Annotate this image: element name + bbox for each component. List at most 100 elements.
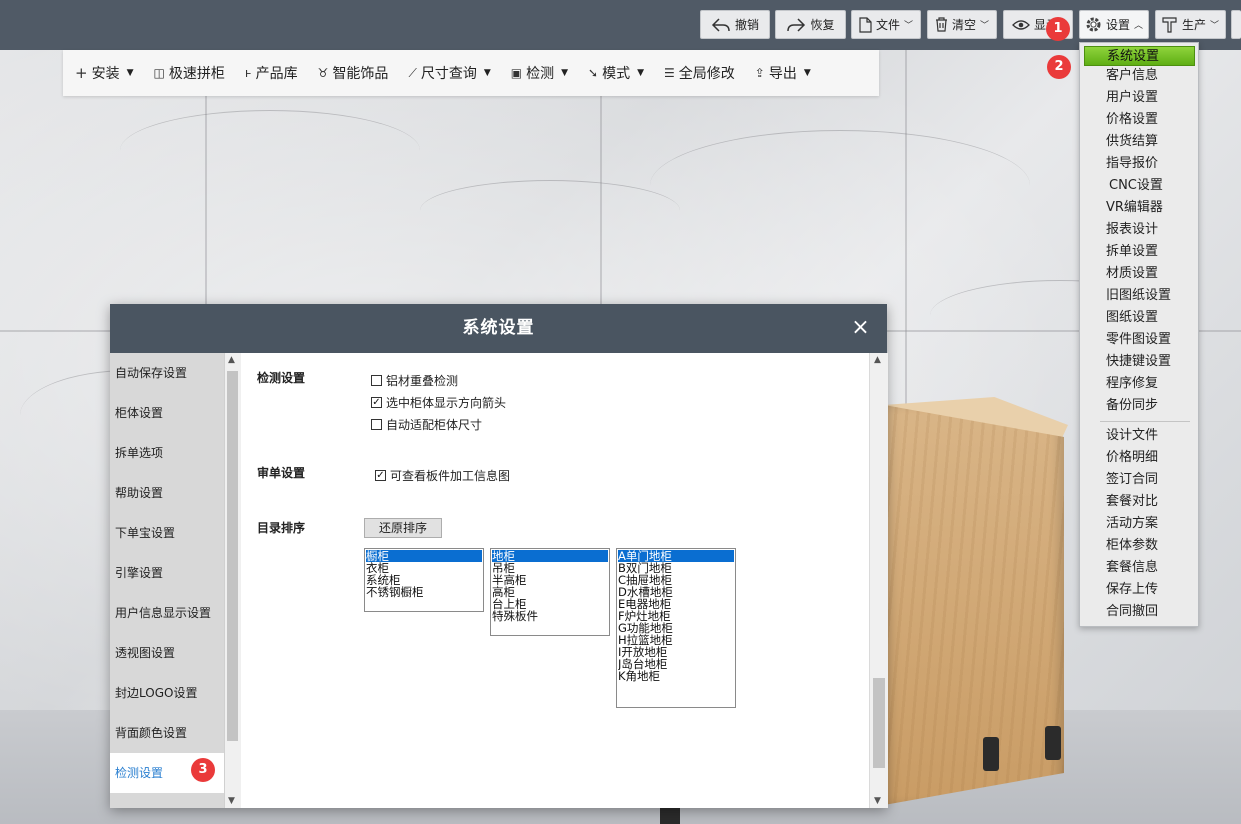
nav-item-perspective[interactable]: 透视图设置 bbox=[110, 633, 224, 673]
list-item[interactable]: B双门地柜 bbox=[618, 562, 734, 574]
menu-item-cnc-settings[interactable]: CNC设置 bbox=[1084, 176, 1195, 196]
menu-item-system-settings[interactable]: 系统设置 bbox=[1084, 46, 1195, 66]
menu-item-sign-contract[interactable]: 签订合同 bbox=[1084, 470, 1195, 490]
list-item[interactable]: 系统柜 bbox=[366, 574, 482, 586]
scroll-up-icon[interactable]: ▲ bbox=[874, 355, 881, 365]
checkbox-box[interactable]: ✓ bbox=[375, 470, 386, 481]
content-scrollbar[interactable]: ▲ ▼ bbox=[869, 353, 888, 808]
fast-cabinet-tool[interactable]: ◫ 极速拼柜 bbox=[144, 50, 235, 96]
menu-item-price-detail[interactable]: 价格明细 bbox=[1084, 448, 1195, 468]
close-icon[interactable]: × bbox=[849, 316, 873, 340]
menu-item-program-repair[interactable]: 程序修复 bbox=[1084, 374, 1195, 394]
nav-item-split-options[interactable]: 拆单选项 bbox=[110, 433, 224, 473]
menu-item-guide-quote[interactable]: 指导报价 bbox=[1084, 154, 1195, 174]
checkbox-view-processing-info[interactable]: ✓ 可查看板件加工信息图 bbox=[375, 467, 510, 484]
cabinet-leg bbox=[1045, 726, 1061, 760]
global-modify-tool[interactable]: ☰ 全局修改 bbox=[654, 50, 745, 96]
menu-item-part-drawing-settings[interactable]: 零件图设置 bbox=[1084, 330, 1195, 350]
export-tool[interactable]: ⇪ 导出 ▼ bbox=[745, 50, 821, 96]
menu-item-price-settings[interactable]: 价格设置 bbox=[1084, 110, 1195, 130]
global-modify-label: 全局修改 bbox=[678, 66, 735, 82]
list-item[interactable]: K角地柜 bbox=[618, 670, 734, 682]
file-label: 文件 bbox=[875, 18, 900, 32]
list-item[interactable]: 地柜 bbox=[492, 550, 608, 562]
settings-menu-button[interactable]: 设置 ︿ bbox=[1079, 10, 1149, 39]
checkbox-profile-overlap[interactable]: 铝材重叠检测 bbox=[371, 372, 458, 389]
nav-item-back-color[interactable]: 背面颜色设置 bbox=[110, 713, 224, 753]
mode-tool[interactable]: ➘ 模式 ▼ bbox=[578, 50, 654, 96]
menu-item-vr-editor[interactable]: VR编辑器 bbox=[1084, 198, 1195, 218]
file-menu-button[interactable]: 文件 ﹀ bbox=[851, 10, 921, 39]
menu-item-promotion[interactable]: 活动方案 bbox=[1084, 514, 1195, 534]
list-item[interactable]: 不锈钢橱柜 bbox=[366, 586, 482, 598]
cabinet-3d-model[interactable] bbox=[884, 405, 1064, 805]
catalog-list-subcategory[interactable]: 地柜 吊柜 半高柜 高柜 台上柜 特殊板件 bbox=[490, 548, 610, 636]
list-item[interactable]: C抽屉地柜 bbox=[618, 574, 734, 586]
catalog-list-category[interactable]: 橱柜 衣柜 系统柜 不锈钢橱柜 bbox=[364, 548, 484, 612]
menu-item-old-drawing-settings[interactable]: 旧图纸设置 bbox=[1084, 286, 1195, 306]
menu-item-material-settings[interactable]: 材质设置 bbox=[1084, 264, 1195, 284]
nav-item-order-bao[interactable]: 下单宝设置 bbox=[110, 513, 224, 553]
list-item[interactable]: 橱柜 bbox=[366, 550, 482, 562]
nav-item-cabinet[interactable]: 柜体设置 bbox=[110, 393, 224, 433]
product-library-tool[interactable]: ⱶ 产品库 bbox=[235, 50, 308, 96]
more-button[interactable] bbox=[1231, 10, 1241, 39]
nav-item-autosave[interactable]: 自动保存设置 bbox=[110, 353, 224, 393]
size-query-label: 尺寸查询 bbox=[420, 66, 477, 82]
checkbox-box[interactable]: ✓ bbox=[371, 397, 382, 408]
reset-sort-button[interactable]: 还原排序 bbox=[364, 518, 442, 538]
list-item[interactable]: 衣柜 bbox=[366, 562, 482, 574]
list-item[interactable]: J岛台地柜 bbox=[618, 658, 734, 670]
menu-item-user-settings[interactable]: 用户设置 bbox=[1084, 88, 1195, 108]
list-item[interactable]: E电器地柜 bbox=[618, 598, 734, 610]
menu-item-package-info[interactable]: 套餐信息 bbox=[1084, 558, 1195, 578]
menu-item-supply-settlement[interactable]: 供货结算 bbox=[1084, 132, 1195, 152]
checkbox-auto-fit-size[interactable]: 自动适配柜体尺寸 bbox=[371, 416, 482, 433]
list-item[interactable]: 半高柜 bbox=[492, 574, 608, 586]
undo-button[interactable]: 撤销 bbox=[700, 10, 770, 39]
nav-item-edge-logo[interactable]: 封边LOGO设置 bbox=[110, 673, 224, 713]
checkbox-direction-arrow[interactable]: ✓ 选中柜体显示方向箭头 bbox=[371, 394, 506, 411]
nav-item-help[interactable]: 帮助设置 bbox=[110, 473, 224, 513]
menu-item-split-settings[interactable]: 拆单设置 bbox=[1084, 242, 1195, 262]
menu-item-customer-info[interactable]: 客户信息 bbox=[1084, 66, 1195, 86]
menu-item-report-design[interactable]: 报表设计 bbox=[1084, 220, 1195, 240]
size-query-tool[interactable]: ⟋ 尺寸查询 ▼ bbox=[398, 50, 500, 96]
scroll-thumb[interactable] bbox=[873, 678, 885, 768]
clear-menu-button[interactable]: 清空 ﹀ bbox=[927, 10, 997, 39]
list-item[interactable]: F炉灶地柜 bbox=[618, 610, 734, 622]
checkbox-box[interactable] bbox=[371, 419, 382, 430]
list-item[interactable]: 特殊板件 bbox=[492, 610, 608, 622]
list-item[interactable]: 吊柜 bbox=[492, 562, 608, 574]
list-item[interactable]: H拉篮地柜 bbox=[618, 634, 734, 646]
nav-item-engine[interactable]: 引擎设置 bbox=[110, 553, 224, 593]
list-item[interactable]: 台上柜 bbox=[492, 598, 608, 610]
install-tool[interactable]: + 安装 ▼ bbox=[63, 50, 144, 96]
list-item[interactable]: D水槽地柜 bbox=[618, 586, 734, 598]
list-item[interactable]: A单门地柜 bbox=[618, 550, 734, 562]
menu-item-drawing-settings[interactable]: 图纸设置 bbox=[1084, 308, 1195, 328]
menu-item-save-upload[interactable]: 保存上传 bbox=[1084, 580, 1195, 600]
menu-item-shortcut-settings[interactable]: 快捷键设置 bbox=[1084, 352, 1195, 372]
menu-item-backup-sync[interactable]: 备份同步 bbox=[1084, 396, 1195, 416]
scroll-up-icon[interactable]: ▲ bbox=[228, 355, 235, 365]
list-item[interactable]: I开放地柜 bbox=[618, 646, 734, 658]
redo-button[interactable]: 恢复 bbox=[775, 10, 846, 39]
smart-decor-tool[interactable]: ♉ 智能饰品 bbox=[308, 50, 399, 96]
list-item[interactable]: G功能地柜 bbox=[618, 622, 734, 634]
scroll-down-icon[interactable]: ▼ bbox=[874, 796, 881, 806]
detect-tool[interactable]: ▣ 检测 ▼ bbox=[501, 50, 578, 96]
nav-scrollbar[interactable]: ▲ ▼ bbox=[224, 353, 241, 808]
menu-item-cabinet-params[interactable]: 柜体参数 bbox=[1084, 536, 1195, 556]
checkbox-box[interactable] bbox=[371, 375, 382, 386]
menu-item-contract-revoke[interactable]: 合同撤回 bbox=[1084, 602, 1195, 622]
list-item[interactable]: 高柜 bbox=[492, 586, 608, 598]
menu-separator bbox=[1100, 421, 1190, 422]
catalog-list-items[interactable]: A单门地柜 B双门地柜 C抽屉地柜 D水槽地柜 E电器地柜 F炉灶地柜 G功能地… bbox=[616, 548, 736, 708]
nav-item-user-info-display[interactable]: 用户信息显示设置 bbox=[110, 593, 224, 633]
scroll-down-icon[interactable]: ▼ bbox=[228, 796, 235, 806]
menu-item-design-file[interactable]: 设计文件 bbox=[1084, 426, 1195, 446]
menu-item-package-compare[interactable]: 套餐对比 bbox=[1084, 492, 1195, 512]
production-menu-button[interactable]: 生产 ﹀ bbox=[1155, 10, 1226, 39]
scroll-thumb[interactable] bbox=[227, 371, 238, 741]
